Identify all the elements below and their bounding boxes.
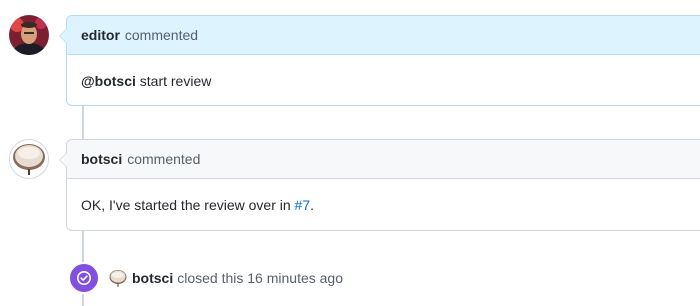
event-text: closed this 16 minutes ago	[177, 270, 343, 286]
check-circle-icon	[68, 262, 100, 294]
comment-caret	[59, 152, 67, 168]
comment-author[interactable]: editor	[81, 27, 120, 43]
issue-link[interactable]: #7	[295, 197, 311, 213]
comment-header: editor commented	[67, 16, 700, 55]
event-author[interactable]: botsci	[132, 270, 173, 286]
comment-author[interactable]: botsci	[81, 151, 122, 167]
comment-text: start review	[135, 73, 212, 89]
comment-body: @botsci start review	[67, 55, 700, 107]
comment-header: botsci commented	[67, 140, 700, 179]
avatar-editor[interactable]	[9, 15, 49, 55]
comment-text-suffix: .	[310, 197, 315, 213]
comment-action[interactable]: commented	[125, 27, 198, 43]
comment-action[interactable]: commented	[127, 151, 200, 167]
comment-text: OK, I've started the review over in	[81, 197, 295, 213]
comment-botsci: botsci commented OK, I've started the re…	[59, 139, 700, 231]
comment-caret	[59, 28, 67, 44]
comment-body: OK, I've started the review over in #7.	[67, 179, 700, 231]
closed-event: botsci closed this 16 minutes ago	[68, 262, 343, 294]
user-mention[interactable]: @botsci	[81, 73, 136, 89]
avatar-botsci-small[interactable]	[108, 268, 128, 288]
comment-editor: editor commented @botsci start review	[59, 15, 700, 107]
avatar-botsci[interactable]	[9, 139, 49, 179]
